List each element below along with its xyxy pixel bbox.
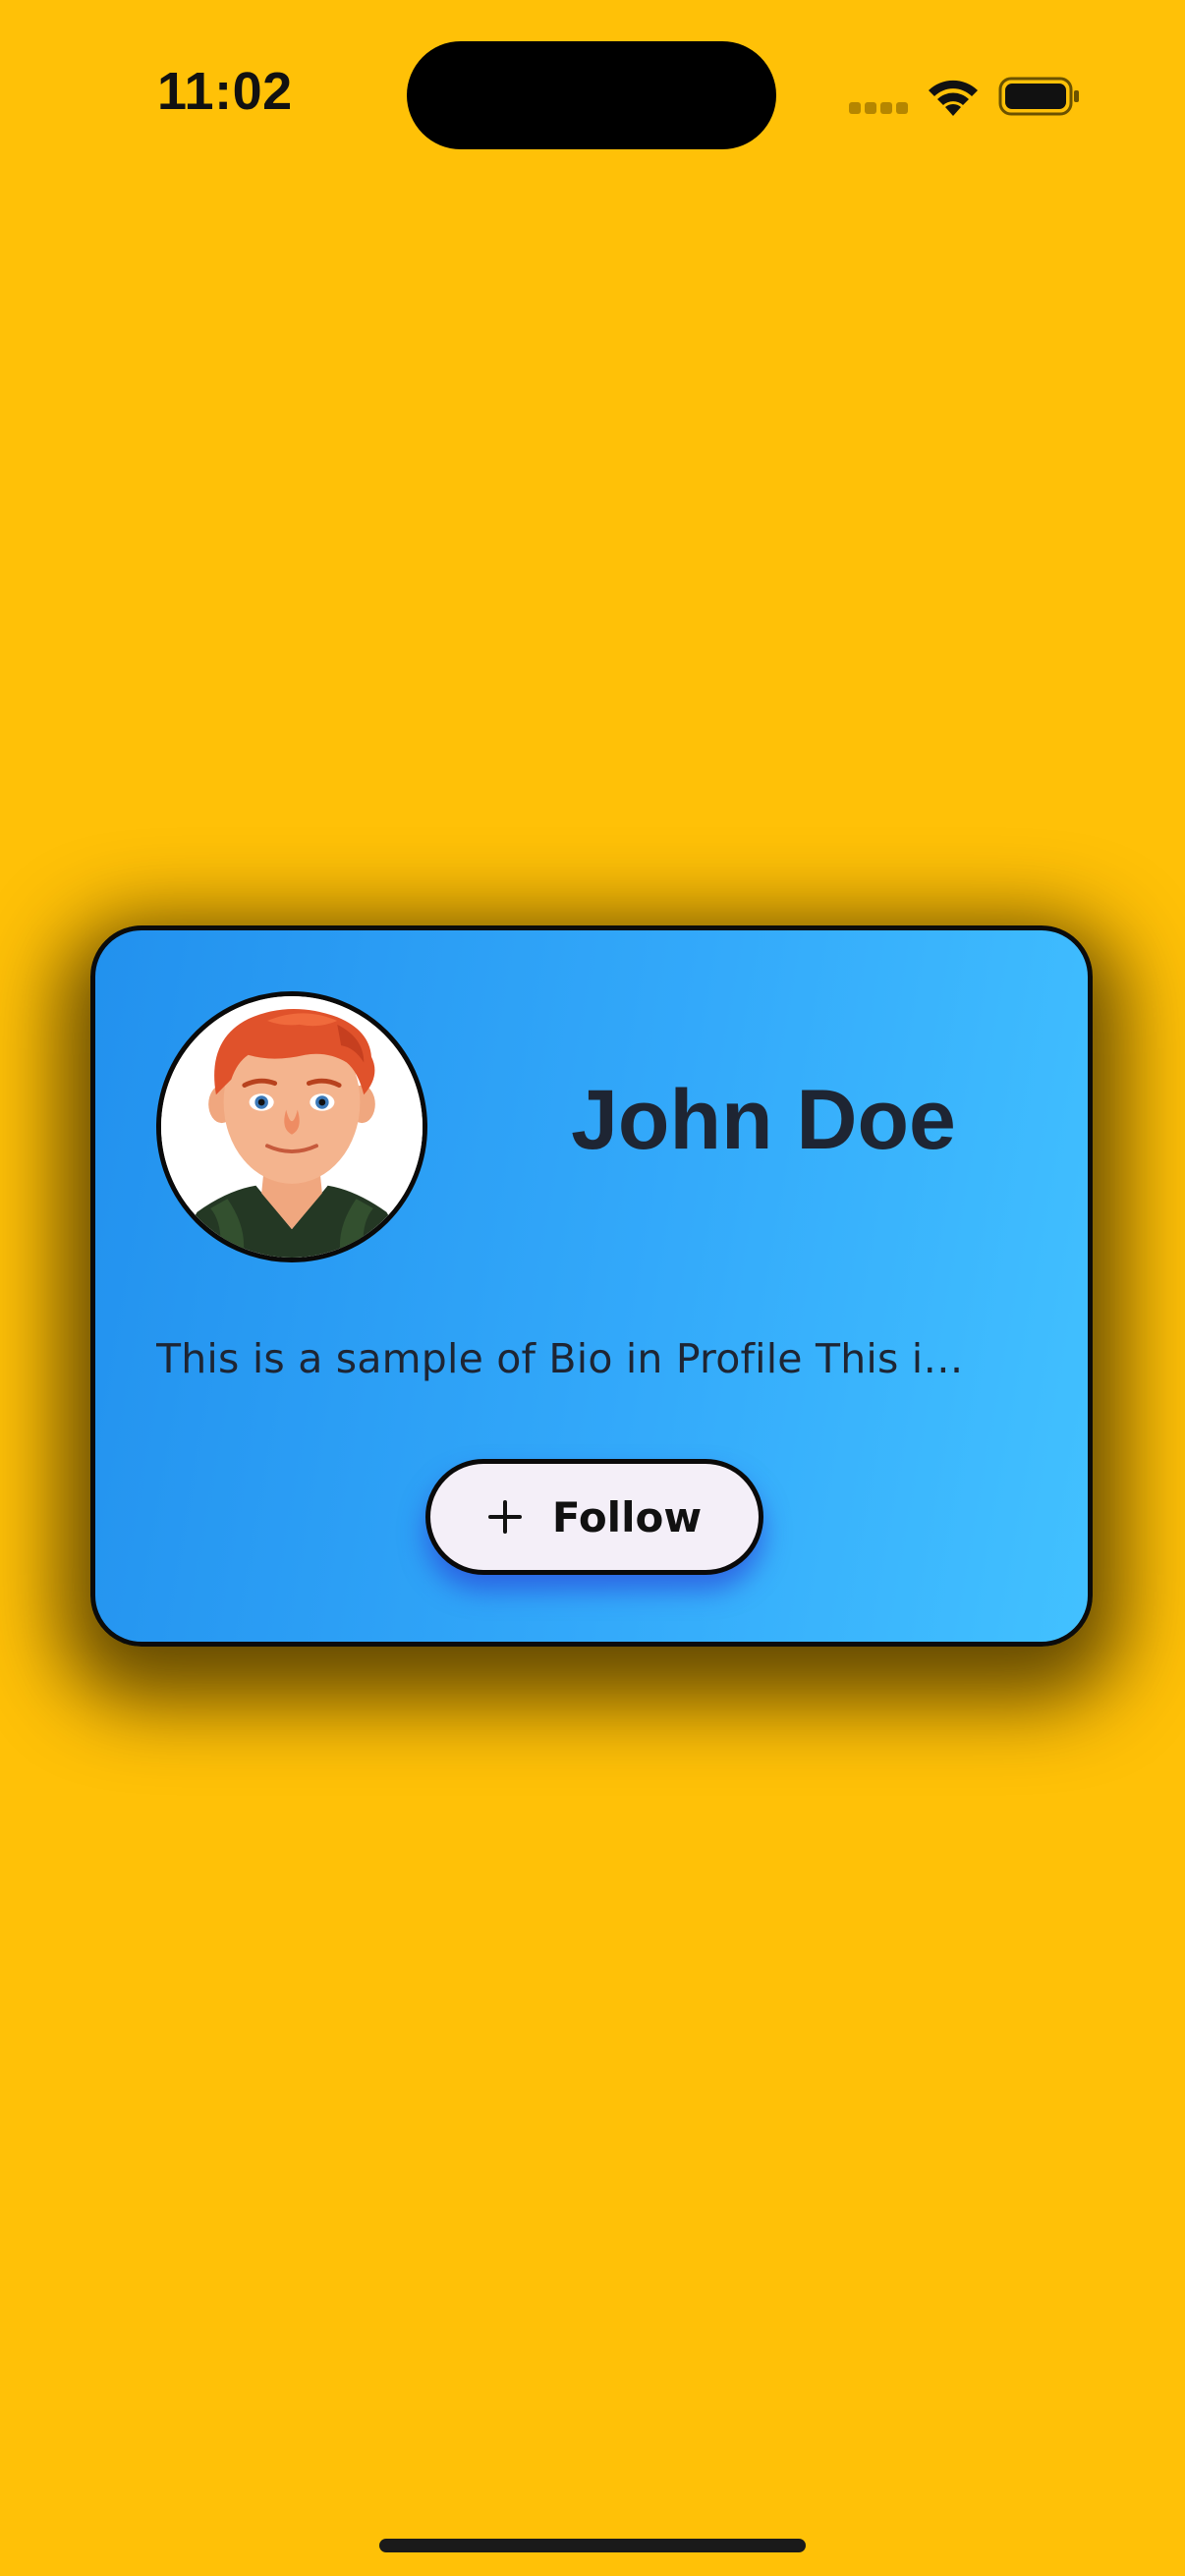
battery-icon bbox=[998, 77, 1079, 116]
dynamic-island bbox=[407, 41, 776, 149]
status-bar: 11:02 bbox=[0, 0, 1185, 187]
home-indicator[interactable] bbox=[379, 2539, 806, 2552]
avatar[interactable] bbox=[156, 991, 427, 1262]
follow-button-label: Follow bbox=[551, 1492, 703, 1541]
avatar-illustration bbox=[161, 996, 423, 1258]
status-time: 11:02 bbox=[157, 62, 293, 121]
profile-name: John Doe bbox=[571, 1073, 956, 1167]
profile-bio: This is a sample of Bio in Profile This … bbox=[156, 1335, 964, 1382]
profile-card: John Doe This is a sample of Bio in Prof… bbox=[90, 925, 1093, 1647]
wifi-icon bbox=[929, 80, 978, 116]
plus-icon bbox=[487, 1500, 522, 1534]
follow-button[interactable]: Follow bbox=[425, 1459, 763, 1575]
cellular-signal-icon bbox=[849, 102, 908, 116]
